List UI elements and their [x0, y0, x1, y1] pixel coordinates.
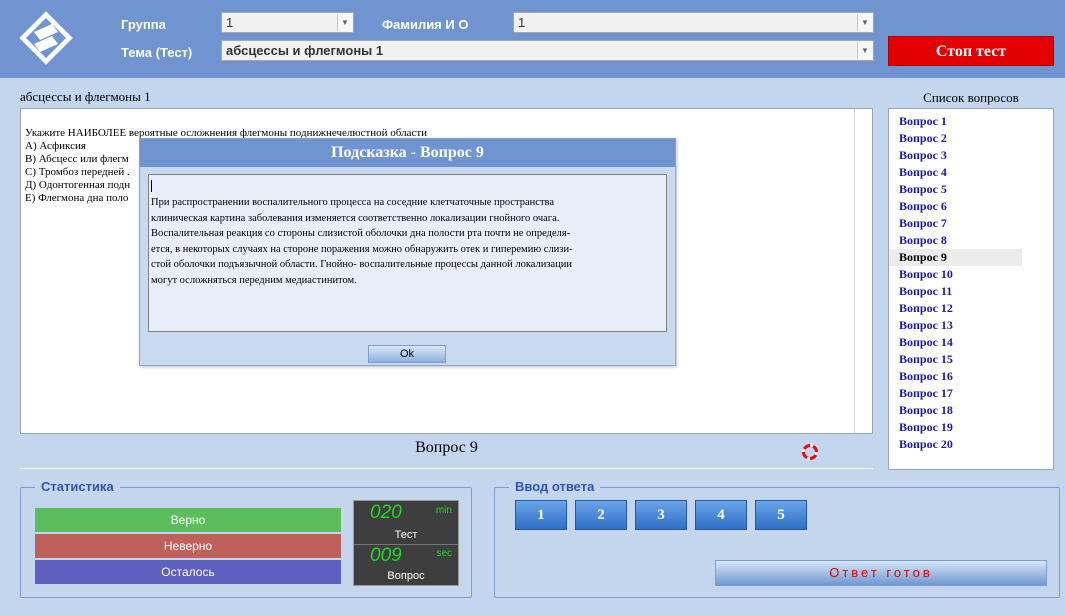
chevron-down-icon[interactable]: ▼ — [337, 14, 352, 31]
current-question-label: Вопрос 9 — [415, 439, 478, 456]
question-list-item-17[interactable]: Вопрос 17 — [889, 385, 1022, 402]
question-list-item-8[interactable]: Вопрос 8 — [889, 232, 1022, 249]
answer-ready-button[interactable]: Ответ готов — [715, 560, 1047, 586]
hint-line: ется, в некоторых случаях на стороне пор… — [151, 243, 573, 255]
hint-line: могут осложняться передним медиастинитом… — [151, 274, 357, 286]
question-list-item-16[interactable]: Вопрос 16 — [889, 368, 1022, 385]
topic-select[interactable]: абсцессы и флегмоны 1 ▼ — [221, 40, 874, 61]
question-scrollbar[interactable] — [854, 109, 872, 433]
question-list-item-10[interactable]: Вопрос 10 — [889, 266, 1022, 283]
question-list-item-11[interactable]: Вопрос 11 — [889, 283, 1022, 300]
name-select[interactable]: 1 ▼ — [513, 12, 874, 33]
test-title: абсцессы и флегмоны 1 — [20, 89, 151, 104]
question-list-item-5[interactable]: Вопрос 5 — [889, 181, 1022, 198]
question-timer-value: 009 — [370, 545, 402, 566]
question-list-item-3[interactable]: Вопрос 3 — [889, 147, 1022, 164]
answer-button-3[interactable]: 3 — [635, 500, 687, 530]
answer-panel: Ввод ответа 1 2 3 4 5 Ответ готов — [494, 479, 1060, 598]
hint-lifebuoy-icon[interactable] — [802, 444, 818, 460]
group-select-value: 1 — [226, 15, 234, 30]
name-select-value: 1 — [518, 15, 526, 30]
hint-text-area[interactable]: При распространении воспалительного проц… — [148, 174, 667, 332]
timer-display: 020 min Тест 009 sec Вопрос — [353, 500, 459, 586]
chevron-down-icon[interactable]: ▼ — [857, 42, 872, 59]
answer-button-4[interactable]: 4 — [695, 500, 747, 530]
question-list-title: Список вопросов — [923, 90, 1019, 105]
question-list-item-18[interactable]: Вопрос 18 — [889, 402, 1022, 419]
question-list-item-12[interactable]: Вопрос 12 — [889, 300, 1022, 317]
wrong-bar: Неверно — [35, 534, 341, 558]
question-list-item-19[interactable]: Вопрос 19 — [889, 419, 1022, 436]
text-cursor — [151, 180, 152, 192]
statistics-title: Статистика — [35, 479, 120, 494]
answer-button-2[interactable]: 2 — [575, 500, 627, 530]
test-timer-value: 020 — [370, 502, 402, 523]
question-list-item-1[interactable]: Вопрос 1 — [889, 113, 1022, 130]
answer-button-1[interactable]: 1 — [515, 500, 567, 530]
remaining-bar: Осталось — [35, 560, 341, 584]
question-timer-unit: sec — [436, 548, 452, 559]
test-timer-caption: Тест — [394, 529, 418, 541]
hint-line: стой оболочки подъязычной области. Гнойн… — [151, 259, 573, 270]
statistics-panel: Статистика Верно Неверно Осталось 020 mi… — [20, 479, 472, 598]
topic-select-value: абсцессы и флегмоны 1 — [226, 43, 384, 58]
question-list-item-9[interactable]: Вопрос 9 — [889, 249, 1022, 266]
hint-line: Воспалительная реакция со стороны слизис… — [151, 228, 571, 239]
question-list-item-6[interactable]: Вопрос 6 — [889, 198, 1022, 215]
question-list-item-14[interactable]: Вопрос 14 — [889, 334, 1022, 351]
question-list: Вопрос 1 Вопрос 2 Вопрос 3 Вопрос 4 Вопр… — [888, 108, 1054, 470]
stop-test-button[interactable]: Стоп тест — [888, 36, 1054, 66]
group-select[interactable]: 1 ▼ — [221, 12, 354, 33]
hint-line: При распространении воспалительного проц… — [151, 197, 555, 208]
question-timer-caption: Вопрос — [387, 570, 425, 582]
ok-button[interactable]: Ok — [368, 345, 446, 363]
hint-text: При распространении воспалительного проц… — [151, 195, 663, 288]
topic-label: Тема (Тест) — [121, 45, 193, 60]
question-list-item-15[interactable]: Вопрос 15 — [889, 351, 1022, 368]
correct-bar: Верно — [35, 508, 341, 532]
question-list-item-7[interactable]: Вопрос 7 — [889, 215, 1022, 232]
group-label: Группа — [121, 17, 166, 32]
hint-dialog: Подсказка - Вопрос 9 При распространении… — [139, 138, 676, 366]
question-list-item-4[interactable]: Вопрос 4 — [889, 164, 1022, 181]
divider — [20, 468, 873, 469]
chevron-down-icon[interactable]: ▼ — [857, 14, 872, 31]
name-label: Фамилия И О — [382, 17, 469, 32]
question-list-item-20[interactable]: Вопрос 20 — [889, 436, 1022, 453]
test-timer-unit: min — [435, 505, 452, 516]
hint-line: клиническая картина заболевания изменяет… — [151, 212, 560, 224]
app-logo-icon — [19, 11, 73, 65]
hint-dialog-title: Подсказка - Вопрос 9 — [140, 139, 675, 167]
answer-button-5[interactable]: 5 — [755, 500, 807, 530]
question-list-item-2[interactable]: Вопрос 2 — [889, 130, 1022, 147]
answer-title: Ввод ответа — [509, 479, 601, 494]
question-list-item-13[interactable]: Вопрос 13 — [889, 317, 1022, 334]
